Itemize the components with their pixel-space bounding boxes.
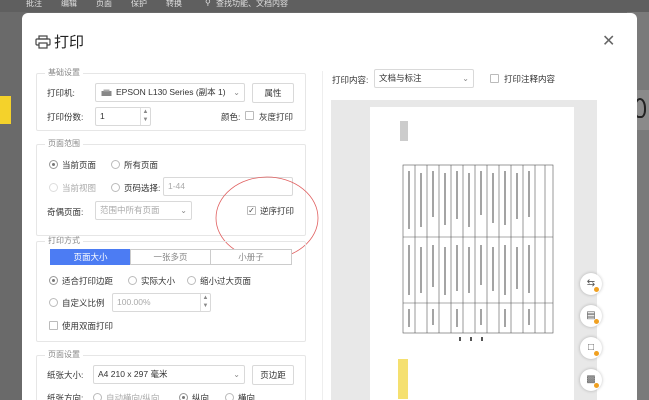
current-view-radio[interactable]	[49, 183, 58, 192]
chevron-down-icon: ⌄	[233, 88, 240, 97]
dialog-title: 打印	[54, 34, 85, 51]
background-yellow-tab	[0, 96, 11, 124]
close-icon[interactable]: ✕	[602, 34, 615, 50]
chevron-down-icon: ⌄	[462, 74, 469, 83]
all-pages-radio[interactable]	[111, 160, 120, 169]
custom-scale-label: 自定义比例	[62, 298, 105, 308]
portrait-radio[interactable]	[179, 393, 188, 400]
orientation-label: 纸张方向:	[47, 393, 84, 400]
printer-icon	[35, 35, 51, 49]
current-page-label: 当前页面	[62, 160, 97, 170]
landscape-radio[interactable]	[225, 393, 234, 400]
actual-size-radio[interactable]	[128, 276, 137, 285]
shrink-label: 缩小过大页面	[200, 276, 252, 286]
search-placeholder[interactable]: 查找功能、文档内容	[216, 0, 288, 9]
auto-orient-label: 自动横向/纵向	[106, 393, 160, 400]
odd-even-label: 奇偶页面:	[47, 207, 84, 217]
odd-even-select[interactable]: 范围中所有页面 ⌄	[95, 201, 192, 220]
fit-margin-label: 适合打印边距	[62, 276, 114, 286]
page-setup-title: 页面设置	[45, 350, 83, 360]
printer-select[interactable]: EPSON L130 Series (副本 1) ⌄	[95, 83, 245, 102]
chevron-up-icon[interactable]: ▲	[201, 294, 210, 302]
page-range-title: 页面范围	[45, 139, 83, 149]
chevron-down-icon[interactable]: ▼	[141, 116, 150, 124]
current-page-radio[interactable]	[49, 160, 58, 169]
properties-button[interactable]: 属性	[252, 83, 294, 103]
basic-settings-group: 基础设置 打印机: EPSON L130 Series (副本 1) ⌄ 属性 …	[36, 68, 306, 131]
print-content-value: 文档与标注	[379, 73, 422, 83]
pro-badge-icon	[594, 287, 599, 292]
menu-annotate[interactable]: 批注	[26, 0, 42, 9]
odd-even-value: 范围中所有页面	[100, 205, 160, 215]
crop-tool-button[interactable]: □	[580, 337, 602, 359]
duplex-checkbox[interactable]	[49, 321, 58, 330]
print-comments-label: 打印注释内容	[504, 74, 556, 84]
printer-small-icon	[101, 89, 112, 96]
chevron-down-icon[interactable]: ▼	[201, 302, 210, 310]
duplex-label: 使用双面打印	[62, 321, 114, 331]
page-select-value: 1-44	[168, 181, 186, 191]
paper-size-value: A4 210 x 297 毫米	[98, 369, 168, 379]
custom-scale-radio[interactable]	[49, 298, 58, 307]
scale-input[interactable]: 100.00% ▲ ▼	[112, 293, 211, 312]
tab-booklet[interactable]: 小册子	[210, 249, 292, 265]
printer-value: EPSON L130 Series (副本 1)	[116, 87, 226, 97]
page-select-radio[interactable]	[111, 183, 120, 192]
all-pages-label: 所有页面	[124, 160, 159, 170]
pro-badge-icon	[594, 383, 599, 388]
paper-size-label: 纸张大小:	[47, 370, 84, 380]
menu-convert[interactable]: 转换	[166, 0, 182, 9]
page-setup-group: 页面设置 纸张大小: A4 210 x 297 毫米 ⌄ 页边距 纸张方向: 自…	[36, 350, 306, 400]
color-label: 颜色:	[221, 112, 241, 122]
preview-page	[370, 107, 574, 400]
fit-margin-radio[interactable]	[49, 276, 58, 285]
pro-badge-icon	[594, 351, 599, 356]
grayscale-label: 灰度打印	[259, 112, 294, 122]
chevron-up-icon[interactable]: ▲	[141, 108, 150, 116]
print-content-label: 打印内容:	[332, 75, 369, 85]
portrait-label: 纵向	[192, 393, 210, 400]
scale-tool-button[interactable]: ▩	[580, 369, 602, 391]
copies-value: 1	[100, 111, 105, 121]
auto-orient-radio[interactable]	[93, 393, 102, 400]
pro-badge-icon	[594, 319, 599, 324]
chevron-down-icon: ⌄	[180, 206, 187, 215]
print-mode-group: 打印方式 页面大小 一张多页 小册子 适合打印边距 实际大小 缩小过大页面 自定…	[36, 236, 306, 342]
chevron-down-icon: ⌄	[233, 370, 240, 379]
current-view-label: 当前视图	[62, 183, 97, 193]
page-settings-tool-button[interactable]: ▤	[580, 305, 602, 327]
preview-page-content	[398, 121, 554, 399]
copies-input[interactable]: 1 ▲ ▼	[95, 107, 151, 126]
printer-label: 打印机:	[47, 88, 75, 98]
scale-stepper[interactable]: ▲ ▼	[200, 294, 210, 311]
menu-protect[interactable]: 保护	[131, 0, 147, 9]
basic-settings-title: 基础设置	[45, 68, 83, 78]
background-menubar: 批注 编辑 页面 保护 转换 ⚲ 查找功能、文档内容	[0, 0, 649, 12]
copies-label: 打印份数:	[47, 112, 84, 122]
margin-button[interactable]: 页边距	[252, 365, 294, 385]
fit-page-tool-button[interactable]: ⇆	[580, 273, 602, 295]
pane-divider	[322, 71, 323, 400]
landscape-label: 横向	[238, 393, 256, 400]
copies-stepper[interactable]: ▲ ▼	[140, 108, 150, 125]
tab-page-size[interactable]: 页面大小	[50, 249, 131, 265]
menu-page[interactable]: 页面	[96, 0, 112, 9]
shrink-radio[interactable]	[187, 276, 196, 285]
print-content-select[interactable]: 文档与标注 ⌄	[374, 69, 474, 88]
print-comments-checkbox[interactable]	[490, 74, 499, 83]
grayscale-checkbox[interactable]	[245, 111, 254, 120]
print-dialog: 打印 ✕ 基础设置 打印机: EPSON L130 Series (副本 1) …	[22, 13, 637, 400]
paper-size-select[interactable]: A4 210 x 297 毫米 ⌄	[93, 365, 245, 384]
tab-multi-page[interactable]: 一张多页	[130, 249, 211, 265]
actual-size-label: 实际大小	[141, 276, 176, 286]
menu-edit[interactable]: 编辑	[61, 0, 77, 9]
print-mode-title: 打印方式	[45, 236, 83, 246]
page-select-label: 页码选择:	[124, 183, 161, 193]
scale-value: 100.00%	[117, 297, 151, 307]
search-icon[interactable]: ⚲	[205, 0, 211, 7]
